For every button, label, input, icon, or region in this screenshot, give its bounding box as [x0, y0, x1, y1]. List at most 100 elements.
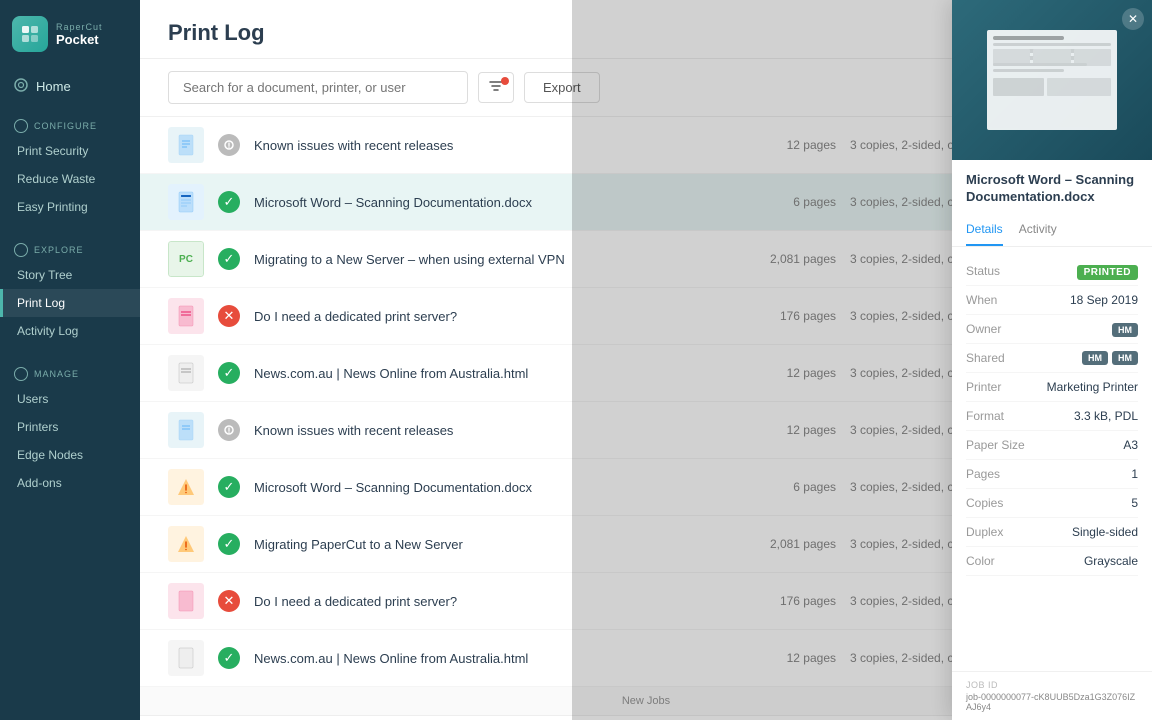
home-icon	[14, 78, 28, 95]
row-thumbnail	[168, 127, 204, 163]
row-thumbnail	[168, 469, 204, 505]
edge-nodes-label: Edge Nodes	[17, 448, 83, 462]
status-icon: ✓	[218, 248, 240, 270]
status-label: Status	[966, 264, 1026, 278]
logo-top: RaperCut	[56, 22, 103, 32]
search-input[interactable]	[168, 71, 468, 104]
status-icon: ✓	[218, 533, 240, 555]
logo-bottom: Pocket	[56, 32, 103, 47]
manage-label: MANAGE	[0, 361, 140, 385]
row-thumbnail	[168, 298, 204, 334]
detail-panel: ✕ Microsoft Word – Scanning Documentatio…	[952, 0, 1152, 720]
sidebar-item-home[interactable]: Home	[0, 68, 140, 105]
duplex-label: Duplex	[966, 525, 1026, 539]
row-thumbnail	[168, 355, 204, 391]
format-value: 3.3 kB, PDL	[1074, 409, 1138, 423]
tab-activity[interactable]: Activity	[1019, 214, 1057, 246]
printer-label: Printer	[966, 380, 1026, 394]
copies-value: 5	[1131, 496, 1138, 510]
close-panel-button[interactable]: ✕	[1122, 8, 1144, 30]
tab-details[interactable]: Details	[966, 214, 1003, 246]
print-security-label: Print Security	[17, 144, 88, 158]
color-value: Grayscale	[1084, 554, 1138, 568]
printers-label: Printers	[17, 420, 58, 434]
print-log-label: Print Log	[17, 296, 65, 310]
detail-row-shared: Shared HM HM	[966, 344, 1138, 373]
explore-icon	[14, 243, 28, 257]
panel-title: Microsoft Word – Scanning Documentation.…	[966, 172, 1138, 206]
detail-row-color: Color Grayscale	[966, 547, 1138, 576]
row-thumbnail	[168, 640, 204, 676]
status-icon: ✕	[218, 305, 240, 327]
sidebar-item-users[interactable]: Users	[0, 385, 140, 413]
copies-label: Copies	[966, 496, 1026, 510]
sidebar-item-reduce-waste[interactable]: Reduce Waste	[0, 165, 140, 193]
color-label: Color	[966, 554, 1026, 568]
owner-label: Owner	[966, 322, 1026, 336]
status-icon: ✓	[218, 647, 240, 669]
status-icon	[218, 419, 240, 441]
shared-avatar-2: HM	[1112, 351, 1138, 365]
easy-printing-label: Easy Printing	[17, 200, 88, 214]
sidebar-item-activity-log[interactable]: Activity Log	[0, 317, 140, 345]
shared-label: Shared	[966, 351, 1026, 365]
filter-dot	[501, 77, 509, 85]
panel-title-area: Microsoft Word – Scanning Documentation.…	[952, 160, 1152, 206]
main-content: Print Log Export	[140, 0, 1152, 720]
pages-label: Pages	[966, 467, 1026, 481]
logo-icon	[12, 16, 48, 52]
row-thumbnail	[168, 184, 204, 220]
when-value: 18 Sep 2019	[1070, 293, 1138, 307]
sidebar-item-edge-nodes[interactable]: Edge Nodes	[0, 441, 140, 469]
explore-label: EXPLORE	[0, 237, 140, 261]
detail-row-pages: Pages 1	[966, 460, 1138, 489]
row-thumbnail: PC	[168, 241, 204, 277]
preview-image	[987, 30, 1117, 130]
reduce-waste-label: Reduce Waste	[17, 172, 95, 186]
sidebar-item-print-log[interactable]: Print Log	[0, 289, 140, 317]
sidebar-item-story-tree[interactable]: Story Tree	[0, 261, 140, 289]
add-ons-label: Add-ons	[17, 476, 62, 490]
panel-body: Status PRINTED When 18 Sep 2019 Owner HM…	[952, 247, 1152, 671]
job-id-label: JOB ID	[966, 680, 1138, 690]
configure-section: CONFIGURE Print Security Reduce Waste Ea…	[0, 105, 140, 229]
configure-icon	[14, 119, 28, 133]
filter-button[interactable]	[478, 72, 514, 103]
activity-log-label: Activity Log	[17, 324, 78, 338]
configure-label: CONFIGURE	[0, 113, 140, 137]
shared-avatar-1: HM	[1082, 351, 1108, 365]
manage-icon	[14, 367, 28, 381]
manage-section: MANAGE Users Printers Edge Nodes Add-ons	[0, 353, 140, 505]
owner-avatar: HM	[1112, 322, 1138, 336]
sidebar-item-printers[interactable]: Printers	[0, 413, 140, 441]
panel-preview: ✕	[952, 0, 1152, 160]
detail-row-owner: Owner HM	[966, 315, 1138, 344]
panel-tabs: Details Activity	[952, 214, 1152, 247]
job-id-value: job-0000000077-cK8UUB5Dza1G3Z076IZAJ6y4	[966, 692, 1138, 712]
explore-section: EXPLORE Story Tree Print Log Activity Lo…	[0, 229, 140, 353]
row-thumbnail	[168, 526, 204, 562]
sidebar-item-easy-printing[interactable]: Easy Printing	[0, 193, 140, 221]
row-thumbnail	[168, 412, 204, 448]
panel-overlay: ✕ Microsoft Word – Scanning Documentatio…	[572, 0, 1152, 720]
sidebar-item-print-security[interactable]: Print Security	[0, 137, 140, 165]
when-label: When	[966, 293, 1026, 307]
users-label: Users	[17, 392, 48, 406]
status-icon: ✓	[218, 476, 240, 498]
shared-avatars: HM HM	[1082, 351, 1138, 365]
status-badge: PRINTED	[1077, 264, 1138, 278]
detail-row-status: Status PRINTED	[966, 257, 1138, 286]
detail-row-when: When 18 Sep 2019	[966, 286, 1138, 315]
status-icon: ✕	[218, 590, 240, 612]
sidebar: RaperCut Pocket Home CONFIGURE Print Sec…	[0, 0, 140, 720]
pages-value: 1	[1131, 467, 1138, 481]
story-tree-label: Story Tree	[17, 268, 72, 282]
format-label: Format	[966, 409, 1026, 423]
panel-footer: JOB ID job-0000000077-cK8UUB5Dza1G3Z076I…	[952, 671, 1152, 720]
sidebar-item-add-ons[interactable]: Add-ons	[0, 469, 140, 497]
duplex-value: Single-sided	[1072, 525, 1138, 539]
status-icon: ✓	[218, 362, 240, 384]
detail-row-printer: Printer Marketing Printer	[966, 373, 1138, 402]
status-icon: ✓	[218, 191, 240, 213]
printer-value: Marketing Printer	[1047, 380, 1138, 394]
